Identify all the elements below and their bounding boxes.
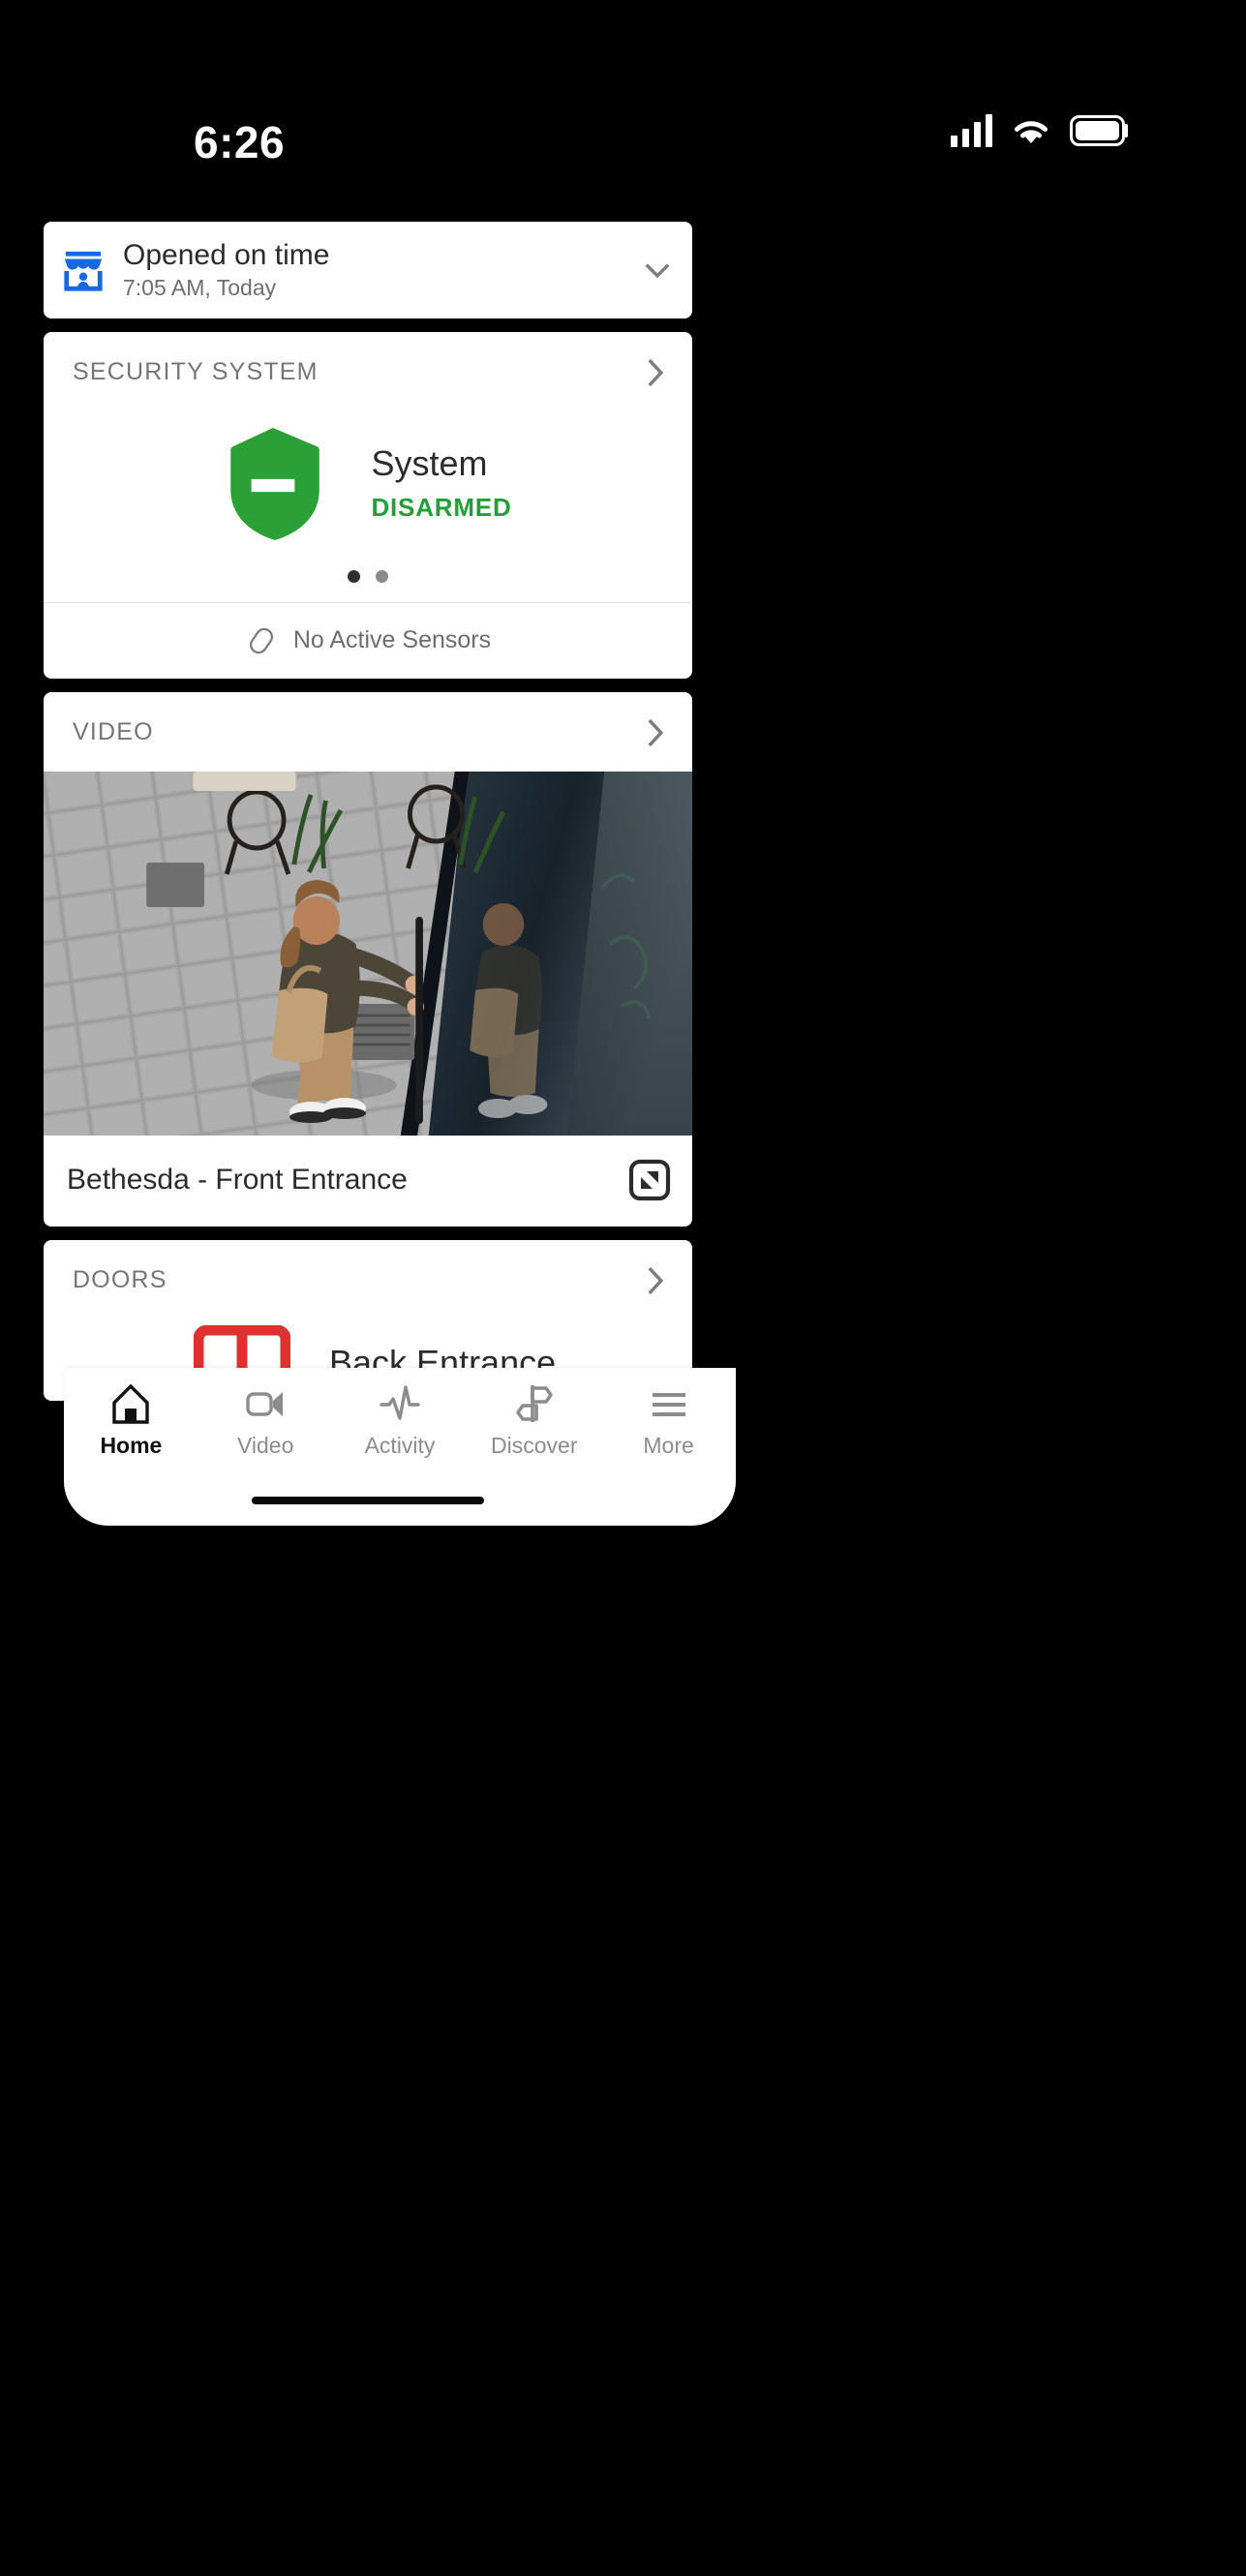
home-icon bbox=[108, 1381, 153, 1426]
active-sensors-label: No Active Sensors bbox=[292, 626, 492, 654]
chevron-right-icon[interactable] bbox=[636, 713, 675, 752]
video-camera-icon bbox=[243, 1381, 288, 1426]
status-bar: 6:26 bbox=[0, 0, 1246, 194]
doors-header[interactable]: DOORS bbox=[44, 1240, 692, 1319]
store-status-texts: Opened on time 7:05 AM, Today bbox=[123, 239, 638, 301]
tab-discover-label: Discover bbox=[491, 1433, 578, 1458]
storefront-icon bbox=[64, 251, 103, 291]
security-system-card[interactable]: SECURITY SYSTEM System DISARMED No Activ… bbox=[44, 331, 692, 679]
bottom-nav-wrap: Home Video Activity Discover More bbox=[32, 1336, 736, 1526]
sensor-icon bbox=[249, 627, 273, 653]
discover-signpost-icon bbox=[512, 1381, 557, 1426]
tab-more-label: More bbox=[643, 1433, 694, 1458]
shield-disarmed-icon bbox=[230, 427, 320, 540]
chevron-right-icon[interactable] bbox=[636, 353, 675, 392]
battery-icon bbox=[1070, 115, 1128, 146]
pager-dot-active[interactable] bbox=[348, 569, 360, 583]
wifi-icon bbox=[1015, 121, 1048, 143]
tab-video-label: Video bbox=[236, 1433, 294, 1458]
security-system-body: System DISARMED bbox=[44, 411, 692, 549]
tab-discover[interactable]: Discover bbox=[476, 1381, 593, 1459]
tab-video[interactable]: Video bbox=[207, 1381, 323, 1459]
tab-home[interactable]: Home bbox=[73, 1381, 189, 1459]
tab-home-label: Home bbox=[100, 1433, 163, 1458]
phone-screenshot: 6:26 Opened on time 7:05 AM, Today SECUR… bbox=[0, 0, 1246, 2576]
tab-activity[interactable]: Activity bbox=[342, 1381, 458, 1459]
video-header[interactable]: VIDEO bbox=[44, 692, 692, 772]
signal-bars-icon bbox=[951, 114, 992, 147]
camera-label-row[interactable]: Bethesda - Front Entrance bbox=[44, 1136, 692, 1227]
expand-fullscreen-icon[interactable] bbox=[628, 1159, 671, 1201]
video-title: VIDEO bbox=[73, 718, 154, 746]
store-status-subtitle: 7:05 AM, Today bbox=[123, 274, 277, 300]
camera-snapshot[interactable] bbox=[44, 771, 692, 1136]
more-hamburger-icon bbox=[647, 1381, 691, 1426]
store-status-card[interactable]: Opened on time 7:05 AM, Today bbox=[44, 222, 692, 318]
security-system-title: SECURITY SYSTEM bbox=[73, 358, 319, 386]
status-bar-indicators bbox=[951, 114, 1130, 147]
active-sensors-row[interactable]: No Active Sensors bbox=[44, 601, 692, 679]
activity-pulse-icon bbox=[378, 1381, 422, 1426]
chevron-right-icon[interactable] bbox=[636, 1261, 675, 1300]
system-state-badge: DISARMED bbox=[371, 492, 512, 522]
chevron-down-icon[interactable] bbox=[638, 251, 677, 289]
video-card[interactable]: VIDEO Bethesda - Front Entrance bbox=[44, 691, 692, 1227]
store-status-title: Opened on time bbox=[123, 239, 330, 271]
status-bar-time: 6:26 bbox=[194, 117, 286, 167]
security-system-header[interactable]: SECURITY SYSTEM bbox=[44, 332, 692, 411]
tab-activity-label: Activity bbox=[364, 1433, 436, 1458]
pager-dot-inactive[interactable] bbox=[376, 569, 388, 583]
tab-more[interactable]: More bbox=[611, 1381, 727, 1459]
security-system-state-texts: System DISARMED bbox=[371, 444, 511, 523]
home-indicator[interactable] bbox=[252, 1497, 484, 1504]
security-pager-dots[interactable] bbox=[44, 549, 692, 602]
camera-name: Bethesda - Front Entrance bbox=[67, 1163, 408, 1196]
doors-title: DOORS bbox=[73, 1266, 167, 1294]
app-content: Opened on time 7:05 AM, Today SECURITY S… bbox=[32, 208, 704, 1471]
system-label: System bbox=[371, 443, 488, 484]
